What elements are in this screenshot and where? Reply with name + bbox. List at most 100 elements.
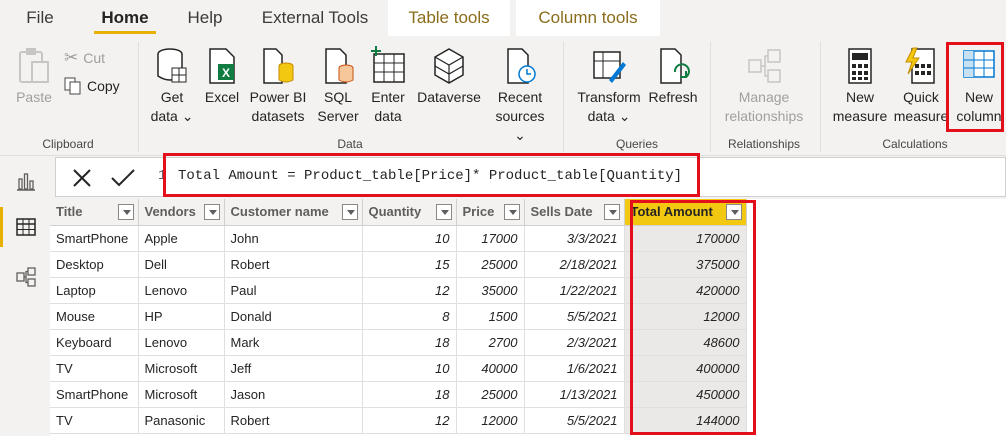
table-cell[interactable]: John: [224, 225, 363, 252]
table-cell[interactable]: 18: [362, 381, 457, 408]
new-column-button[interactable]: New column: [954, 46, 1004, 126]
column-header-vendors[interactable]: Vendors: [138, 199, 225, 226]
table-cell[interactable]: 10: [362, 225, 457, 252]
table-cell[interactable]: Dell: [138, 251, 225, 278]
quick-measure-button[interactable]: Quick measure: [892, 46, 950, 126]
data-view-icon[interactable]: [14, 215, 38, 239]
table-cell[interactable]: 18: [362, 329, 457, 356]
tab-file[interactable]: File: [14, 0, 66, 36]
filter-dropdown-icon[interactable]: [603, 204, 620, 220]
refresh-button[interactable]: Refresh: [646, 46, 700, 107]
recent-sources-button[interactable]: Recent sources ⌄: [488, 46, 552, 145]
table-cell[interactable]: Apple: [138, 225, 225, 252]
table-cell[interactable]: 12: [362, 407, 457, 434]
table-cell[interactable]: 1/13/2021: [524, 381, 625, 408]
column-header-total-amount[interactable]: Total Amount: [624, 199, 747, 226]
table-cell[interactable]: 15: [362, 251, 457, 278]
column-header-title[interactable]: Title: [50, 199, 139, 226]
cut-button[interactable]: ✂ Cut: [64, 48, 105, 68]
copy-button[interactable]: Copy: [64, 77, 120, 95]
table-cell[interactable]: TV: [50, 407, 139, 434]
table-cell[interactable]: 12: [362, 277, 457, 304]
table-cell[interactable]: 2700: [456, 329, 525, 356]
table-cell[interactable]: 12000: [456, 407, 525, 434]
table-cell[interactable]: Jeff: [224, 355, 363, 382]
table-cell[interactable]: 40000: [456, 355, 525, 382]
table-cell[interactable]: Laptop: [50, 277, 139, 304]
manage-relationships-button[interactable]: Manage relationships: [716, 46, 812, 126]
filter-dropdown-icon[interactable]: [341, 204, 358, 220]
table-cell[interactable]: 400000: [624, 355, 747, 382]
table-cell[interactable]: 8: [362, 303, 457, 330]
column-header-quantity[interactable]: Quantity: [362, 199, 457, 226]
table-cell[interactable]: 170000: [624, 225, 747, 252]
tab-table-tools[interactable]: Table tools: [388, 0, 510, 36]
filter-dropdown-icon[interactable]: [725, 204, 742, 220]
table-cell[interactable]: Keyboard: [50, 329, 139, 356]
table-cell[interactable]: 144000: [624, 407, 747, 434]
table-cell[interactable]: 375000: [624, 251, 747, 278]
filter-dropdown-icon[interactable]: [435, 204, 452, 220]
table-cell[interactable]: 2/18/2021: [524, 251, 625, 278]
table-cell[interactable]: Lenovo: [138, 329, 225, 356]
transform-data-button[interactable]: Transform data ⌄: [574, 46, 644, 126]
table-cell[interactable]: 48600: [624, 329, 747, 356]
new-measure-button[interactable]: New measure: [830, 46, 890, 126]
table-cell[interactable]: TV: [50, 355, 139, 382]
table-cell[interactable]: Microsoft: [138, 355, 225, 382]
table-cell[interactable]: 5/5/2021: [524, 407, 625, 434]
table-cell[interactable]: 5/5/2021: [524, 303, 625, 330]
table-cell[interactable]: 450000: [624, 381, 747, 408]
sql-server-button[interactable]: SQL Server: [314, 46, 362, 126]
table-cell[interactable]: 25000: [456, 251, 525, 278]
tab-external-tools[interactable]: External Tools: [252, 0, 378, 36]
table-cell[interactable]: 1/22/2021: [524, 277, 625, 304]
table-cell[interactable]: 1500: [456, 303, 525, 330]
filter-dropdown-icon[interactable]: [503, 204, 520, 220]
table-cell[interactable]: Microsoft: [138, 381, 225, 408]
table-cell[interactable]: Mouse: [50, 303, 139, 330]
table-cell[interactable]: Robert: [224, 251, 363, 278]
filter-dropdown-icon[interactable]: [117, 204, 134, 220]
enter-data-button[interactable]: Enter data: [366, 46, 410, 126]
excel-button[interactable]: X Excel: [202, 46, 242, 107]
table-cell[interactable]: 25000: [456, 381, 525, 408]
refresh-icon: [660, 48, 690, 84]
report-view-icon[interactable]: [14, 169, 38, 193]
table-cell[interactable]: SmartPhone: [50, 381, 139, 408]
tab-help[interactable]: Help: [178, 0, 232, 36]
empty-cell: [746, 277, 1006, 303]
table-cell[interactable]: 10: [362, 355, 457, 382]
table-cell[interactable]: 3/3/2021: [524, 225, 625, 252]
tab-column-tools[interactable]: Column tools: [516, 0, 660, 36]
table-cell[interactable]: Jason: [224, 381, 363, 408]
table-cell[interactable]: Donald: [224, 303, 363, 330]
commit-formula-icon[interactable]: [110, 166, 136, 190]
get-data-button[interactable]: Get data ⌄: [148, 46, 196, 126]
filter-dropdown-icon[interactable]: [203, 204, 220, 220]
table-cell[interactable]: Paul: [224, 277, 363, 304]
paste-button[interactable]: Paste: [10, 46, 58, 107]
formula-input[interactable]: Total Amount = Product_table[Price]* Pro…: [178, 168, 682, 184]
power-bi-datasets-button[interactable]: Power BI datasets: [246, 46, 310, 126]
table-cell[interactable]: 1/6/2021: [524, 355, 625, 382]
model-view-icon[interactable]: [14, 265, 38, 289]
column-header-customer-name[interactable]: Customer name: [224, 199, 363, 226]
cancel-formula-icon[interactable]: [70, 166, 94, 190]
dataverse-button[interactable]: Dataverse: [414, 46, 484, 107]
table-cell[interactable]: HP: [138, 303, 225, 330]
table-cell[interactable]: SmartPhone: [50, 225, 139, 252]
table-cell[interactable]: Mark: [224, 329, 363, 356]
column-header-price[interactable]: Price: [456, 199, 525, 226]
table-cell[interactable]: 12000: [624, 303, 747, 330]
column-header-sells-date[interactable]: Sells Date: [524, 199, 625, 226]
table-cell[interactable]: 17000: [456, 225, 525, 252]
table-cell[interactable]: 420000: [624, 277, 747, 304]
table-cell[interactable]: Desktop: [50, 251, 139, 278]
table-cell[interactable]: 2/3/2021: [524, 329, 625, 356]
tab-home[interactable]: Home: [92, 0, 158, 36]
table-cell[interactable]: 35000: [456, 277, 525, 304]
table-cell[interactable]: Lenovo: [138, 277, 225, 304]
table-cell[interactable]: Robert: [224, 407, 363, 434]
table-cell[interactable]: Panasonic: [138, 407, 225, 434]
